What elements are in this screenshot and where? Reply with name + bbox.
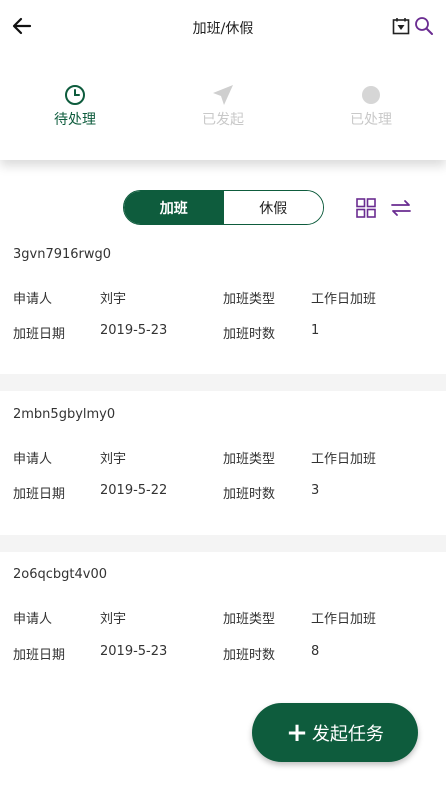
segment-overtime[interactable]: 加班	[124, 191, 224, 224]
card-separator	[0, 374, 446, 391]
tab-initiated-label: 已发起	[202, 112, 244, 128]
hours-value: 1	[311, 323, 320, 338]
applicant-value: 刘宇	[100, 292, 127, 307]
record-id: 2o6qcbgt4v00	[13, 567, 108, 582]
type-value: 工作日加班	[311, 612, 377, 627]
tab-processed-label: 已处理	[350, 112, 392, 128]
grid-view-icon[interactable]	[355, 197, 377, 219]
tab-pending-label: 待处理	[54, 112, 96, 128]
calendar-icon[interactable]	[392, 17, 410, 35]
date-label: 加班日期	[13, 648, 66, 663]
hours-value: 3	[311, 483, 320, 498]
record-id: 2mbn5gbylmy0	[13, 407, 116, 422]
search-icon[interactable]	[414, 16, 434, 36]
applicant-label: 申请人	[13, 452, 53, 467]
hours-value: 8	[311, 644, 320, 659]
date-value: 2019-5-23	[100, 644, 168, 659]
clock-icon	[64, 84, 86, 106]
applicant-value: 刘宇	[100, 612, 127, 627]
hours-label: 加班时数	[223, 487, 276, 502]
swap-icon[interactable]	[390, 197, 412, 219]
record-card[interactable]: 3gvn7916rwg0 申请人 刘宇 加班类型 工作日加班 加班日期 2019…	[0, 247, 446, 372]
page-title: 加班/休假	[192, 21, 254, 37]
date-value: 2019-5-23	[100, 323, 168, 338]
applicant-value: 刘宇	[100, 452, 127, 467]
date-label: 加班日期	[13, 487, 66, 502]
record-card[interactable]: 2o6qcbgt4v00 申请人 刘宇 加班类型 工作日加班 加班日期 2019…	[0, 567, 446, 692]
type-value: 工作日加班	[311, 292, 377, 307]
applicant-label: 申请人	[13, 612, 53, 627]
applicant-label: 申请人	[13, 292, 53, 307]
type-label: 加班类型	[223, 292, 276, 307]
plus-icon: +	[286, 717, 308, 748]
dot-icon	[360, 84, 382, 106]
hours-label: 加班时数	[223, 648, 276, 663]
start-task-button[interactable]: + 发起任务	[252, 703, 418, 762]
tab-initiated[interactable]: 已发起	[163, 84, 283, 129]
tab-pending[interactable]: 待处理	[15, 84, 135, 129]
record-id: 3gvn7916rwg0	[13, 247, 112, 262]
app-header: 加班/休假 待处理 已发起 已处理	[0, 0, 446, 160]
segment-leave[interactable]: 休假	[223, 191, 323, 224]
card-separator	[0, 535, 446, 552]
start-task-label: 发起任务	[311, 723, 384, 745]
tab-processed[interactable]: 已处理	[311, 84, 431, 129]
record-card[interactable]: 2mbn5gbylmy0 申请人 刘宇 加班类型 工作日加班 加班日期 2019…	[0, 407, 446, 532]
hours-label: 加班时数	[223, 327, 276, 342]
type-value: 工作日加班	[311, 452, 377, 467]
type-label: 加班类型	[223, 612, 276, 627]
type-segmented-control: 加班 休假	[123, 190, 324, 225]
send-icon	[212, 84, 234, 106]
date-value: 2019-5-22	[100, 483, 168, 498]
date-label: 加班日期	[13, 327, 66, 342]
type-label: 加班类型	[223, 452, 276, 467]
